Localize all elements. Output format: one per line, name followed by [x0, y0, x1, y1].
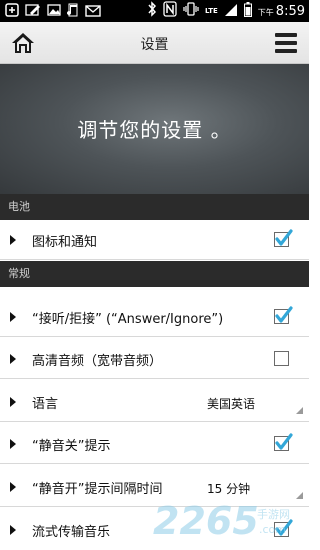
expand-arrow-icon: [10, 439, 16, 449]
setting-label: “静音开”提示间隔时间: [32, 482, 163, 497]
setting-label: “静音关”提示: [32, 439, 111, 454]
checkbox-checked[interactable]: [274, 229, 293, 247]
checkbox-checked[interactable]: [274, 306, 293, 324]
svg-text:.com: .com: [259, 523, 286, 536]
menu-bar: [275, 33, 297, 37]
expand-arrow-icon: [10, 235, 16, 245]
banner-text: 调节您的设置 。: [77, 118, 232, 142]
checkbox-checked[interactable]: [274, 433, 293, 451]
expand-arrow-icon: [10, 397, 16, 407]
dropdown-corner-icon: [296, 492, 303, 499]
status-time: 下午 8:59: [258, 4, 305, 19]
status-clock: 8:59: [275, 3, 305, 19]
nfc-icon: [163, 1, 177, 21]
network-type: LTE: [204, 6, 218, 15]
expand-arrow-icon: [10, 354, 16, 364]
status-bar: LTE 下午 8:59: [0, 0, 309, 22]
settings-banner: 调节您的设置 。: [0, 64, 309, 194]
setting-label: 图标和通知: [32, 235, 98, 250]
setting-row-hd-audio[interactable]: 高清音频（宽带音频）: [0, 339, 309, 379]
svg-text:手游网: 手游网: [257, 507, 290, 521]
menu-bar: [275, 49, 297, 53]
add-notification-icon: [5, 2, 19, 21]
battery-icon: [243, 1, 252, 21]
status-notifications: [5, 2, 101, 21]
site-watermark-logo: 2265 手游网 .com: [153, 499, 303, 543]
svg-text:2265: 2265: [153, 500, 259, 540]
status-system: LTE 下午 8:59: [147, 1, 305, 21]
menu-bar: [275, 41, 297, 45]
setting-label: 语言: [32, 397, 59, 412]
action-bar: 设置: [0, 22, 309, 64]
expand-arrow-icon: [10, 525, 16, 535]
setting-label: “接听/拒接” (“Answer/Ignore”): [32, 312, 224, 327]
section-header-battery: 电池: [0, 194, 309, 220]
setting-row-icons-notifications[interactable]: 图标和通知: [0, 220, 309, 260]
status-ampm: 下午: [257, 7, 274, 17]
select-value: 美国英语: [207, 397, 256, 411]
setting-row-answer-ignore[interactable]: “接听/拒接” (“Answer/Ignore”): [0, 297, 309, 337]
interval-select[interactable]: 15 分钟: [200, 475, 305, 501]
language-select[interactable]: 美国英语: [200, 390, 305, 416]
menu-button[interactable]: [275, 33, 297, 53]
vibrate-icon: [183, 1, 199, 21]
checkmark-icon: [275, 306, 293, 323]
setting-row-language[interactable]: 语言 美国英语: [0, 382, 309, 422]
section-header-general: 常规: [0, 261, 309, 287]
expand-arrow-icon: [10, 312, 16, 322]
page-title: 设置: [140, 37, 169, 53]
expand-arrow-icon: [10, 482, 16, 492]
edit-notification-icon: [25, 2, 41, 21]
checkbox-unchecked[interactable]: [274, 351, 289, 366]
setting-label: 高清音频（宽带音频）: [32, 354, 163, 369]
checkmark-icon: [275, 229, 293, 246]
gallery-icon: [47, 2, 61, 21]
setting-label: 流式传输音乐: [32, 525, 111, 540]
signal-icon: [224, 2, 238, 21]
mail-icon: [85, 2, 101, 21]
checkmark-icon: [275, 433, 293, 450]
music-icon: [67, 2, 79, 21]
select-value: 15 分钟: [207, 482, 251, 496]
dropdown-corner-icon: [296, 407, 303, 414]
bluetooth-icon: [147, 1, 157, 21]
setting-row-mute-off-prompt[interactable]: “静音关”提示: [0, 424, 309, 464]
